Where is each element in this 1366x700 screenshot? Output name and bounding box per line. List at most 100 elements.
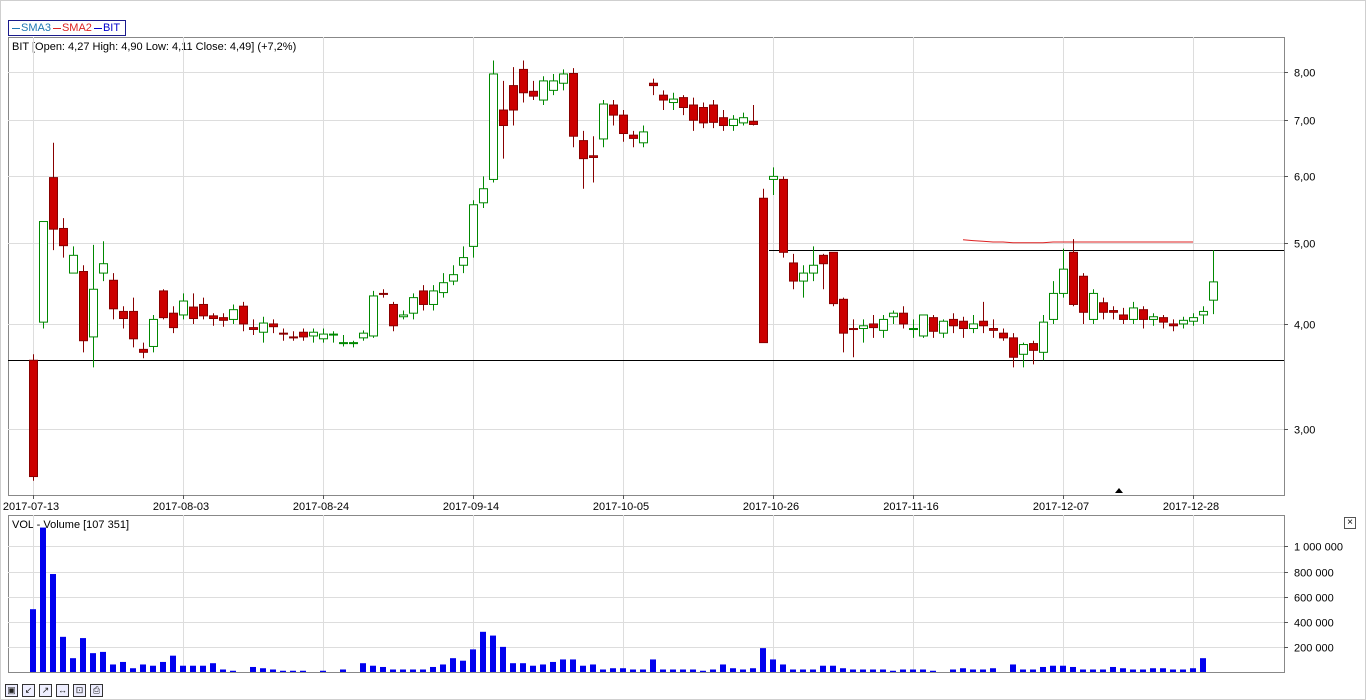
candle xyxy=(1119,307,1128,324)
volume-bar xyxy=(100,651,106,672)
candle-body xyxy=(749,120,758,125)
candle-body xyxy=(779,178,788,253)
candle xyxy=(799,265,808,298)
volume-bar xyxy=(80,638,86,672)
candle-body xyxy=(209,315,218,320)
volume-bar xyxy=(780,664,786,672)
candle-body xyxy=(559,73,568,84)
candle xyxy=(109,273,118,320)
candle-body xyxy=(709,104,718,123)
candle-body xyxy=(289,336,298,339)
candle xyxy=(519,60,528,103)
volume-bar xyxy=(1090,669,1096,672)
zoom-in-icon[interactable]: ↙ xyxy=(22,684,35,697)
volume-bar xyxy=(270,669,276,672)
volume-bar xyxy=(110,664,116,672)
volume-bar xyxy=(910,669,916,672)
volume-y-tick-label: 200 000 xyxy=(1294,643,1334,655)
candle xyxy=(749,105,758,126)
candle-body xyxy=(579,140,588,160)
candle xyxy=(1019,342,1028,368)
candle-body xyxy=(339,342,348,345)
volume-bar xyxy=(280,670,286,672)
candle xyxy=(469,200,478,258)
candle xyxy=(739,112,748,126)
volume-y-tick-label: 600 000 xyxy=(1294,593,1334,605)
candle-body xyxy=(969,323,978,330)
volume-bar xyxy=(890,670,896,672)
candle-body xyxy=(1019,344,1028,355)
candle-body xyxy=(869,323,878,329)
volume-bar xyxy=(230,670,236,672)
volume-bar xyxy=(810,669,816,672)
candle xyxy=(1089,289,1098,324)
candle xyxy=(229,304,238,324)
candle xyxy=(979,301,988,334)
volume-bar xyxy=(90,653,96,672)
volume-bar xyxy=(920,669,926,672)
print-icon[interactable]: ⎙ xyxy=(90,684,103,697)
candle xyxy=(289,331,298,341)
candle xyxy=(989,319,998,338)
candle-body xyxy=(649,82,658,87)
close-volume-panel-button[interactable]: × xyxy=(1344,517,1356,529)
volume-bar xyxy=(670,669,676,672)
zoom-reset-icon[interactable]: ↔ xyxy=(56,684,69,697)
candle xyxy=(629,130,638,148)
candle-body xyxy=(619,114,628,135)
chart-toolbar: ▣ ↙ ↗ ↔ ⊡ ⎙ xyxy=(5,684,103,697)
candle-body xyxy=(479,188,488,204)
volume-y-tick-label: 1 000 000 xyxy=(1294,542,1343,554)
volume-bar xyxy=(220,669,226,672)
candle-body xyxy=(589,155,598,158)
volume-bar xyxy=(510,663,516,672)
volume-bar xyxy=(300,670,306,672)
y-tick-label: 3,00 xyxy=(1294,425,1315,437)
candle xyxy=(1199,306,1208,324)
volume-bar xyxy=(430,666,436,672)
save-icon[interactable]: ▣ xyxy=(5,684,18,697)
candle xyxy=(399,310,408,320)
candle-body xyxy=(219,317,228,321)
candle xyxy=(189,293,198,324)
candle-body xyxy=(679,97,688,109)
zoom-out-icon[interactable]: ↗ xyxy=(39,684,52,697)
candle-body xyxy=(29,359,38,478)
candle xyxy=(779,176,788,258)
volume-bar xyxy=(1010,664,1016,672)
volume-bar xyxy=(200,665,206,672)
candle xyxy=(79,265,88,353)
candle-body xyxy=(489,73,498,180)
candle-body xyxy=(169,312,178,329)
volume-bar xyxy=(570,659,576,672)
volume-bar xyxy=(40,527,46,672)
candle-body xyxy=(799,272,808,282)
candle xyxy=(889,310,898,324)
volume-bar xyxy=(680,669,686,672)
candle-body xyxy=(1059,268,1068,294)
candle xyxy=(459,246,468,274)
candle xyxy=(39,221,48,329)
volume-bar xyxy=(410,669,416,672)
volume-bar xyxy=(540,664,546,672)
volume-bar xyxy=(1110,666,1116,672)
candle xyxy=(539,76,548,106)
candle-body xyxy=(699,107,708,124)
fit-icon[interactable]: ⊡ xyxy=(73,684,86,697)
candle-body xyxy=(329,333,338,336)
volume-bar xyxy=(990,668,996,672)
chart-canvas[interactable]: 2017-07-13 2017-08-03 2017-08-24 2017-09-14… xyxy=(0,0,1366,700)
candle-body xyxy=(979,320,988,327)
candle xyxy=(1129,301,1138,324)
y-tick-label: 6,00 xyxy=(1294,172,1315,184)
x-tick-label: 2017-11-16 xyxy=(883,501,938,513)
candle xyxy=(369,290,378,338)
candle-body xyxy=(469,204,478,247)
y-tick-label: 7,00 xyxy=(1294,116,1315,128)
volume-bar xyxy=(370,665,376,672)
candle xyxy=(159,289,168,320)
candle-body xyxy=(49,177,58,230)
volume-bar xyxy=(900,669,906,672)
candle xyxy=(409,293,418,320)
candle-body xyxy=(399,314,408,318)
